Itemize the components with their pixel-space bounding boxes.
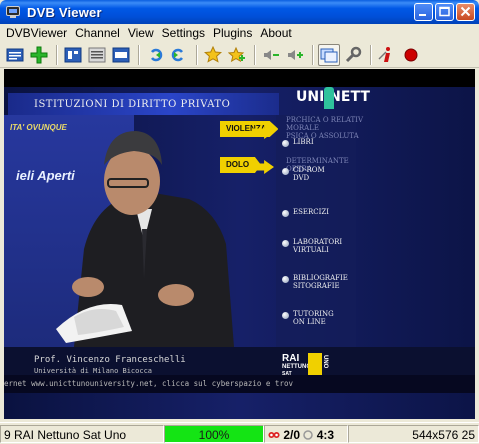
bullet-icon xyxy=(282,168,289,175)
fullscreen-button[interactable] xyxy=(318,43,340,66)
forward-icon xyxy=(171,48,183,61)
minimize-button[interactable] xyxy=(414,3,433,21)
course-menu-item: ESERCIZI xyxy=(282,208,349,217)
menu-settings[interactable]: Settings xyxy=(158,24,209,42)
signal-strength-bar: 100% xyxy=(165,425,263,442)
bullet-icon xyxy=(282,140,289,147)
record-icon xyxy=(404,48,418,61)
audio-cell: 2/0 4:3 xyxy=(264,424,348,443)
epg-list-button[interactable] xyxy=(86,44,108,66)
course-menu-label: CD-ROM DVD xyxy=(293,166,325,182)
aspect-icon xyxy=(303,430,314,441)
course-menu-label: TUTORING ON LINE xyxy=(293,310,334,326)
bullet-icon xyxy=(282,312,289,319)
toolbar-separator xyxy=(312,44,314,65)
window-title: DVB Viewer xyxy=(27,4,102,20)
course-menu-label: ESERCIZI xyxy=(293,208,330,216)
bullet-icon xyxy=(282,210,289,217)
bullet-icon xyxy=(282,276,289,283)
logo-nettuno: NETTUNO xyxy=(282,364,311,370)
volume-up-button[interactable] xyxy=(284,44,306,66)
toolbar-separator xyxy=(138,44,140,65)
course-menu-item: BIBLIOGRAFIE SITOGRAFIE xyxy=(282,274,349,290)
volume-up-icon xyxy=(288,49,303,60)
volume-down-button[interactable] xyxy=(260,44,282,66)
fullscreen-icon xyxy=(320,48,338,62)
menu-channel[interactable]: Channel xyxy=(71,24,124,42)
maximize-button[interactable] xyxy=(435,3,454,21)
menu-about[interactable]: About xyxy=(256,24,295,42)
menu-dvbviewer[interactable]: DVBViewer xyxy=(2,24,71,42)
logo-uno: UNO xyxy=(322,355,328,369)
app-tv-icon xyxy=(5,4,21,20)
logo-rai: RAI xyxy=(282,353,300,364)
menu-plugins[interactable]: Plugins xyxy=(209,24,256,42)
course-menu-item: CD-ROM DVD xyxy=(282,166,349,182)
bullet-icon xyxy=(282,240,289,247)
course-menu-label: LIBRI xyxy=(293,138,314,146)
add-favorite-icon xyxy=(228,46,245,62)
ticker-text: ernet www.unicttunouniversity.net, clicc… xyxy=(4,379,293,388)
teletext-button[interactable] xyxy=(62,44,84,66)
channel-list-icon xyxy=(6,48,24,61)
back-button[interactable] xyxy=(144,44,166,66)
toolbar-separator xyxy=(196,44,198,65)
settings-wrench-icon xyxy=(345,46,362,62)
course-menu-label: BIBLIOGRAFIE SITOGRAFIE xyxy=(293,274,348,290)
channel-list-button[interactable] xyxy=(4,44,26,66)
signal-strength-cell: 100% xyxy=(164,424,264,443)
toolbar xyxy=(0,42,479,68)
course-menu-item: LABORATORI VIRTUALI xyxy=(282,238,349,254)
presenter-name: Prof. Vincenzo Franceschelli xyxy=(34,355,186,365)
back-icon xyxy=(151,48,163,61)
favorites-icon xyxy=(204,45,222,63)
teletext-icon xyxy=(64,47,82,62)
add-favorite-button[interactable] xyxy=(226,44,248,66)
close-button[interactable] xyxy=(456,3,475,21)
menu-view[interactable]: View xyxy=(124,24,158,42)
record-button[interactable] xyxy=(400,44,422,66)
course-menu-item: TUTORING ON LINE xyxy=(282,310,349,326)
resolution-status: 544x576 25 xyxy=(348,424,479,443)
epg-icon xyxy=(112,47,130,62)
toolbar-separator xyxy=(254,44,256,65)
menu-bar: DVBViewer Channel View Settings Plugins … xyxy=(0,24,479,42)
settings-button[interactable] xyxy=(342,44,364,66)
toolbar-separator xyxy=(370,44,372,65)
aspect-ratio: 4:3 xyxy=(316,427,335,442)
logo-emblem-icon xyxy=(308,353,322,375)
audio-format: 2/0 xyxy=(283,427,301,442)
favorites-button[interactable] xyxy=(202,44,224,66)
add-icon xyxy=(30,46,48,63)
add-button[interactable] xyxy=(28,44,50,66)
epg-button[interactable] xyxy=(110,44,132,66)
toolbar-separator xyxy=(56,44,58,65)
presenter-university: Università di Milano Bicocca xyxy=(34,367,153,375)
info-icon xyxy=(378,46,390,62)
epg-list-icon xyxy=(88,47,106,62)
status-bar: 9 RAI Nettuno Sat Uno 100% 2/0 4:3 544x5… xyxy=(0,422,479,444)
info-button[interactable] xyxy=(376,44,398,66)
course-menu-item: LIBRI xyxy=(282,138,349,147)
title-bar: DVB Viewer xyxy=(0,0,479,24)
forward-button[interactable] xyxy=(168,44,190,66)
video-display[interactable]: ISTITUZIONI DI DIRITTO PRIVATO UNI NETT … xyxy=(4,69,475,419)
audio-channels-icon xyxy=(268,432,280,439)
channel-status: 9 RAI Nettuno Sat Uno xyxy=(0,424,164,443)
volume-down-icon xyxy=(264,49,279,60)
course-menu-label: LABORATORI VIRTUALI xyxy=(293,238,343,254)
